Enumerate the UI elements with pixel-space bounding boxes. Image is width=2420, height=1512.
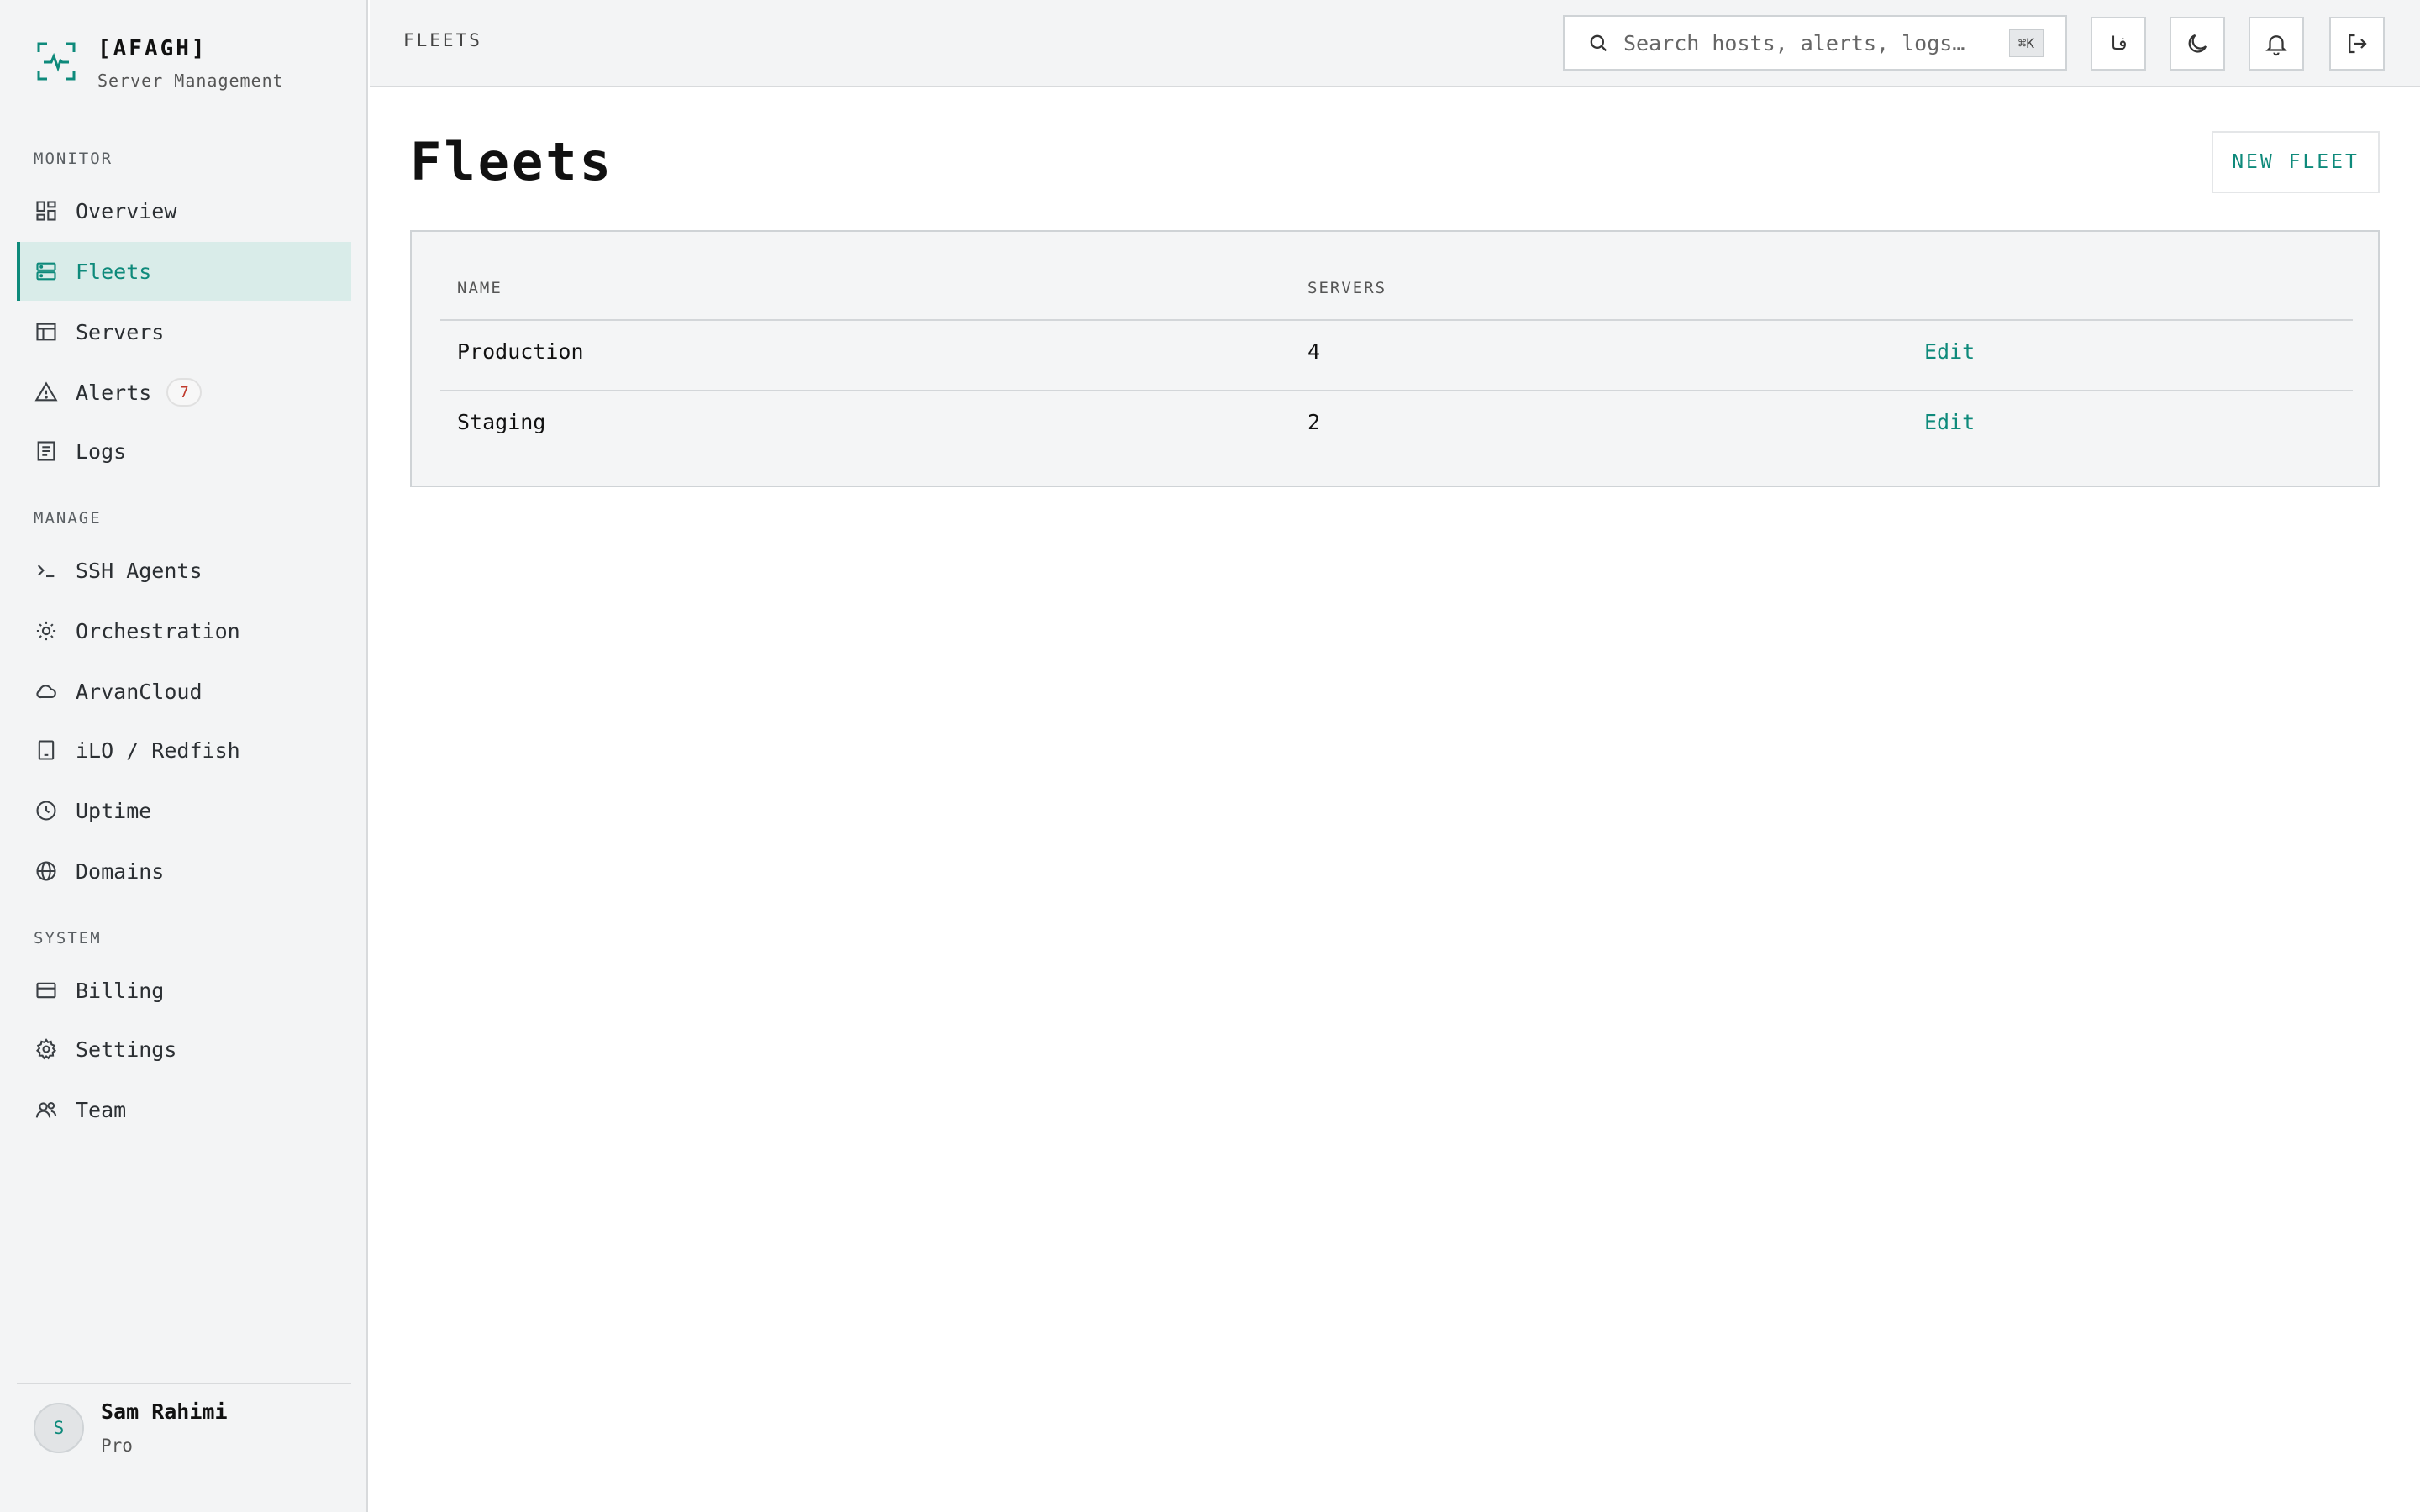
column-header-servers: SERVERS (1307, 279, 1387, 297)
fleets-table: NAME SERVERS Production 4 Edit Staging 2… (410, 230, 2380, 487)
sidebar-item-logs[interactable]: Logs (17, 422, 351, 480)
fleet-name-staging: Staging (457, 410, 546, 434)
page-title: Fleets (410, 131, 613, 192)
breadcrumb: FLEETS (403, 30, 482, 50)
sidebar-item-settings[interactable]: Settings (17, 1020, 351, 1079)
logout-icon (2349, 34, 2367, 54)
sidebar-item-label: Team (76, 1097, 127, 1122)
language-button[interactable]: فا (2091, 17, 2146, 71)
alerts-count-badge: 7 (166, 378, 203, 407)
edit-link-production[interactable]: Edit (1924, 339, 1975, 364)
user-profile[interactable]: S Sam Rahimi Pro (34, 1399, 228, 1456)
sidebar-item-domains[interactable]: Domains (17, 842, 351, 900)
sidebar-item-overview[interactable]: Overview (17, 181, 351, 240)
sidebar-item-label: Servers (76, 319, 165, 344)
sidebar-item-uptime[interactable]: Uptime (17, 781, 351, 840)
globe-icon (34, 858, 59, 884)
sidebar-item-label: Uptime (76, 798, 152, 823)
sidebar-item-arvancloud[interactable]: ArvanCloud (17, 662, 351, 721)
gear-icon (34, 1037, 59, 1062)
fleet-servers-staging: 2 (1307, 410, 1321, 434)
warning-icon (34, 380, 59, 405)
sidebar-item-team[interactable]: Team (17, 1080, 351, 1139)
edit-link-staging[interactable]: Edit (1924, 410, 1975, 434)
sidebar-item-billing[interactable]: Billing (17, 961, 351, 1020)
pulse-logo-icon (35, 40, 77, 87)
document-icon (34, 438, 59, 464)
server-stack-icon (34, 259, 59, 284)
sidebar-item-label: Domains (76, 858, 165, 884)
sidebar-item-servers[interactable]: Servers (17, 302, 351, 361)
device-icon (34, 738, 59, 763)
sidebar-item-orchestration[interactable]: Orchestration (17, 601, 351, 660)
sidebar-item-label: Fleets (76, 259, 152, 284)
fleet-name-production: Production (457, 339, 584, 364)
sidebar-item-label: Orchestration (76, 618, 240, 643)
sidebar-item-label: SSH Agents (76, 558, 203, 583)
users-icon (34, 1097, 59, 1122)
brand[interactable]: [AFAGH] Server Management (35, 34, 284, 91)
new-fleet-button[interactable]: NEW FLEET (2212, 131, 2380, 193)
table-icon (34, 319, 59, 344)
brand-subtitle: Server Management (97, 71, 284, 91)
sun-cog-icon (34, 618, 59, 643)
cloud-icon (34, 679, 59, 704)
language-label: فا (2107, 33, 2130, 55)
moon-icon (2188, 34, 2207, 53)
search-input[interactable] (1623, 30, 1997, 55)
app: [AFAGH] Server Management MONITOR Overvi… (0, 0, 2420, 1512)
sidebar-item-label: Settings (76, 1037, 177, 1062)
sidebar-item-fleets[interactable]: Fleets (17, 242, 351, 301)
search-icon (1590, 34, 1607, 52)
sidebar-item-label: Billing (76, 978, 165, 1003)
user-divider (17, 1383, 351, 1384)
section-label-system: SYSTEM (34, 929, 102, 948)
bell-icon (2265, 35, 2287, 56)
user-plan: Pro (101, 1436, 133, 1456)
terminal-icon (34, 558, 59, 583)
avatar: S (34, 1402, 84, 1453)
section-label-manage: MANAGE (34, 509, 102, 528)
logout-button[interactable] (2329, 17, 2385, 71)
fleet-servers-production: 4 (1307, 339, 1321, 364)
dashboard-icon (34, 198, 59, 223)
theme-toggle-button[interactable] (2170, 17, 2225, 71)
sidebar-item-alerts[interactable]: Alerts 7 (17, 363, 351, 422)
sidebar-item-label: Alerts (76, 380, 152, 405)
sidebar-item-label: iLO / Redfish (76, 738, 240, 763)
sidebar-item-label: Overview (76, 198, 177, 223)
brand-name: [AFAGH] (97, 36, 208, 61)
user-name: Sam Rahimi (101, 1399, 228, 1424)
shortcut-hint: ⌘K (2008, 29, 2044, 57)
section-label-monitor: MONITOR (34, 150, 113, 168)
row-divider (440, 390, 2353, 391)
sidebar-item-ssh-agents[interactable]: SSH Agents (17, 541, 351, 600)
sidebar-item-label: Logs (76, 438, 127, 464)
clock-icon (34, 798, 59, 823)
sidebar-item-ilo-redfish[interactable]: iLO / Redfish (17, 721, 351, 780)
sidebar-item-label: ArvanCloud (76, 679, 203, 704)
sidebar: [AFAGH] Server Management MONITOR Overvi… (0, 0, 368, 1512)
notifications-button[interactable] (2249, 17, 2304, 71)
header-divider (440, 319, 2353, 321)
search-box[interactable]: ⌘K (1563, 15, 2067, 71)
column-header-name: NAME (457, 279, 502, 297)
credit-card-icon (34, 978, 59, 1003)
